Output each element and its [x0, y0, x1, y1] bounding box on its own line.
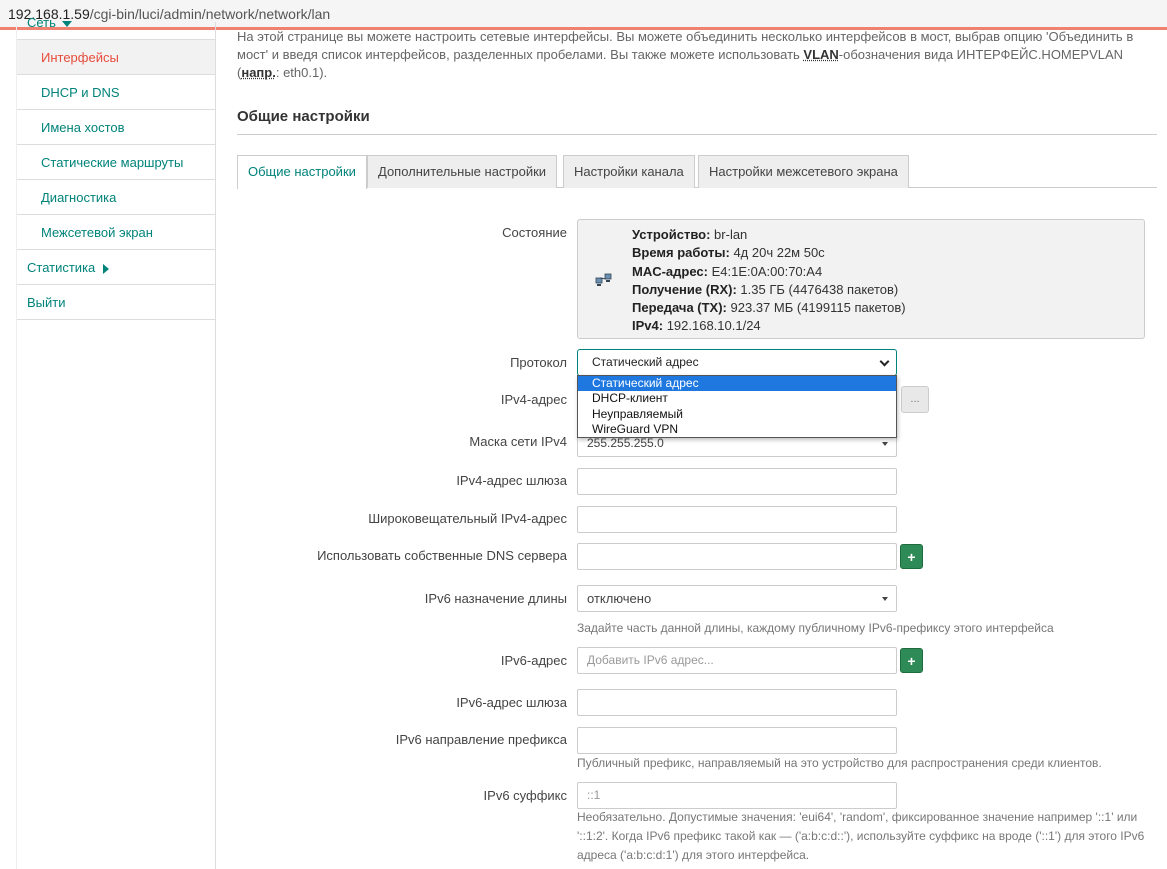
add-dns-button[interactable]: + [900, 544, 923, 569]
sidebar-network-label: Сеть [27, 15, 56, 30]
chevron-down-icon [879, 356, 890, 367]
sidebar-item-statistics[interactable]: Статистика [17, 250, 215, 285]
sidebar-item-firewall[interactable]: Межсетевой экран [17, 215, 215, 250]
status-details: Устройство: br-lan Время работы: 4д 20ч … [632, 226, 906, 336]
main-content: На этой странице вы можете настроить сет… [237, 28, 1157, 82]
protocol-option-static[interactable]: Статический адрес [578, 376, 896, 392]
sidebar-item-network[interactable]: Сеть [17, 5, 215, 40]
ipv6-prefix-input[interactable] [577, 727, 897, 754]
ipv6-address-input[interactable]: Добавить IPv6 адрес... [577, 647, 897, 674]
section-divider [237, 134, 1157, 135]
page-description: На этой странице вы можете настроить сет… [237, 28, 1153, 82]
add-ipv6-address-button[interactable]: + [900, 648, 923, 673]
ipv4-netmask-label: Маска сети IPv4 [469, 434, 567, 449]
sidebar-item-hostnames[interactable]: Имена хостов [17, 110, 215, 145]
mac-key: MAC-адрес: [632, 263, 708, 279]
status-tx: Передача (TX): 923.37 МБ (4199115 пакето… [632, 299, 906, 317]
example-abbr: напр. [241, 65, 276, 80]
protocol-dropdown: Статический адрес DHCP-клиент Неуправляе… [577, 375, 897, 438]
ipv4-broadcast-input[interactable] [577, 506, 897, 533]
ipv6-assign-label: IPv6 назначение длины [424, 591, 567, 606]
status-device: Устройство: br-lan [632, 226, 906, 244]
uptime-value: 4д 20ч 22м 50с [729, 245, 825, 261]
sidebar-statistics-label: Статистика [27, 260, 96, 275]
ipv6-suffix-hint: Необязательно. Допустимые значения: 'eui… [577, 808, 1144, 865]
sidebar-item-interfaces[interactable]: Интерфейсы [17, 40, 215, 75]
sidebar-item-diagnostics[interactable]: Диагностика [17, 180, 215, 215]
caret-right-icon [103, 263, 110, 274]
ipv6-suffix-hint-line3: адреса ('a:b:c:d:1') для этого интерфейс… [577, 848, 810, 862]
tab-general[interactable]: Общие настройки [237, 155, 367, 189]
ipv6-assign-select[interactable]: отключено [577, 585, 897, 612]
ipv6-prefix-hint: Публичный префикс, направляемый на это у… [577, 756, 1102, 770]
status-ipv4: IPv4: 192.168.10.1/24 [632, 317, 906, 335]
ipv4-address-more-button[interactable]: ... [901, 386, 929, 413]
sidebar-item-logout[interactable]: Выйти [17, 285, 215, 320]
tab-link[interactable]: Настройки канала [563, 155, 695, 188]
select-arrow-icon [882, 442, 888, 446]
protocol-select[interactable]: Статический адрес [577, 349, 897, 376]
ipv6-address-label: IPv6-адрес [500, 653, 567, 668]
dns-label: Использовать собственные DNS сервера [317, 548, 567, 563]
status-box: Устройство: br-lan Время работы: 4д 20ч … [577, 219, 1145, 339]
status-label: Состояние [502, 225, 567, 240]
rx-key: Получение (RX): [632, 281, 737, 297]
section-title: Общие настройки [237, 108, 370, 125]
status-rx: Получение (RX): 1.35 ГБ (4476438 пакетов… [632, 281, 906, 299]
network-icon [595, 273, 612, 286]
ipv4-gateway-label: IPv4-адрес шлюза [456, 473, 567, 488]
tab-firewall[interactable]: Настройки межсетевого экрана [698, 155, 909, 188]
sidebar-item-static-routes[interactable]: Статические маршруты [17, 145, 215, 180]
device-key: Устройство: [632, 227, 711, 242]
intro-line3b: : eth0.1). [275, 65, 328, 80]
sidebar-item-dhcp-dns[interactable]: DHCP и DNS [17, 75, 215, 110]
sidebar: Сеть Интерфейсы DHCP и DNS Имена хостов … [16, 15, 216, 869]
tab-advanced[interactable]: Дополнительные настройки [367, 155, 558, 188]
ipv6-assign-hint: Задайте часть данной длины, каждому публ… [577, 621, 1054, 635]
ipv6-suffix-hint-line1: Необязательно. Допустимые значения: 'eui… [577, 810, 1138, 824]
tx-value: 923.37 МБ (4199115 пакетов) [726, 300, 906, 316]
tx-key: Передача (TX): [632, 300, 727, 316]
intro-line2a: мост' и введя список интерфейсов, раздел… [237, 47, 804, 62]
device-value: br-lan [710, 227, 748, 242]
vlan-abbr: VLAN [803, 47, 839, 62]
select-arrow-icon [882, 597, 888, 601]
ipv6-gateway-label: IPv6-адрес шлюза [456, 695, 567, 710]
uptime-key: Время работы: [632, 245, 730, 261]
status-uptime: Время работы: 4д 20ч 22м 50с [632, 244, 906, 262]
protocol-option-unmanaged[interactable]: Неуправляемый [578, 407, 896, 422]
ipv4-broadcast-label: Широковещательный IPv4-адрес [368, 511, 567, 526]
protocol-value: Статический адрес [592, 355, 699, 369]
ipv6-suffix-input[interactable]: ::1 [577, 782, 897, 809]
ipv4-value: 192.168.10.1/24 [663, 318, 761, 334]
intro-line1: На этой странице вы можете настроить сет… [237, 29, 1134, 44]
ipv6-gateway-input[interactable] [577, 689, 897, 716]
protocol-label: Протокол [510, 355, 567, 370]
ipv6-prefix-label: IPv6 направление префикса [395, 732, 567, 747]
ipv4-netmask-value: 255.255.255.0 [587, 436, 664, 450]
protocol-option-dhcp[interactable]: DHCP-клиент [578, 391, 896, 406]
ipv4-address-label: IPv4-адрес [500, 392, 567, 407]
status-mac: MAC-адрес: E4:1E:0A:00:70:A4 [632, 263, 906, 281]
intro-line2b: -обозначения вида ИНТЕРФЕЙС.НОМЕРVLAN [838, 47, 1124, 62]
protocol-option-wireguard[interactable]: WireGuard VPN [578, 422, 896, 437]
tab-bar: Общие настройки Дополнительные настройки… [237, 155, 1157, 189]
rx-value: 1.35 ГБ (4476438 пакетов) [736, 281, 899, 297]
ipv6-suffix-label: IPv6 суффикс [483, 788, 567, 803]
ipv4-key: IPv4: [632, 318, 664, 334]
ipv4-gateway-input[interactable] [577, 468, 897, 495]
caret-down-icon [61, 20, 72, 27]
dns-input[interactable] [577, 543, 897, 570]
ipv6-assign-value: отключено [587, 591, 652, 606]
mac-value: E4:1E:0A:00:70:A4 [707, 263, 823, 279]
ipv6-suffix-hint-line2: '::1:2'. Когда IPv6 префикс такой как — … [577, 829, 1145, 843]
